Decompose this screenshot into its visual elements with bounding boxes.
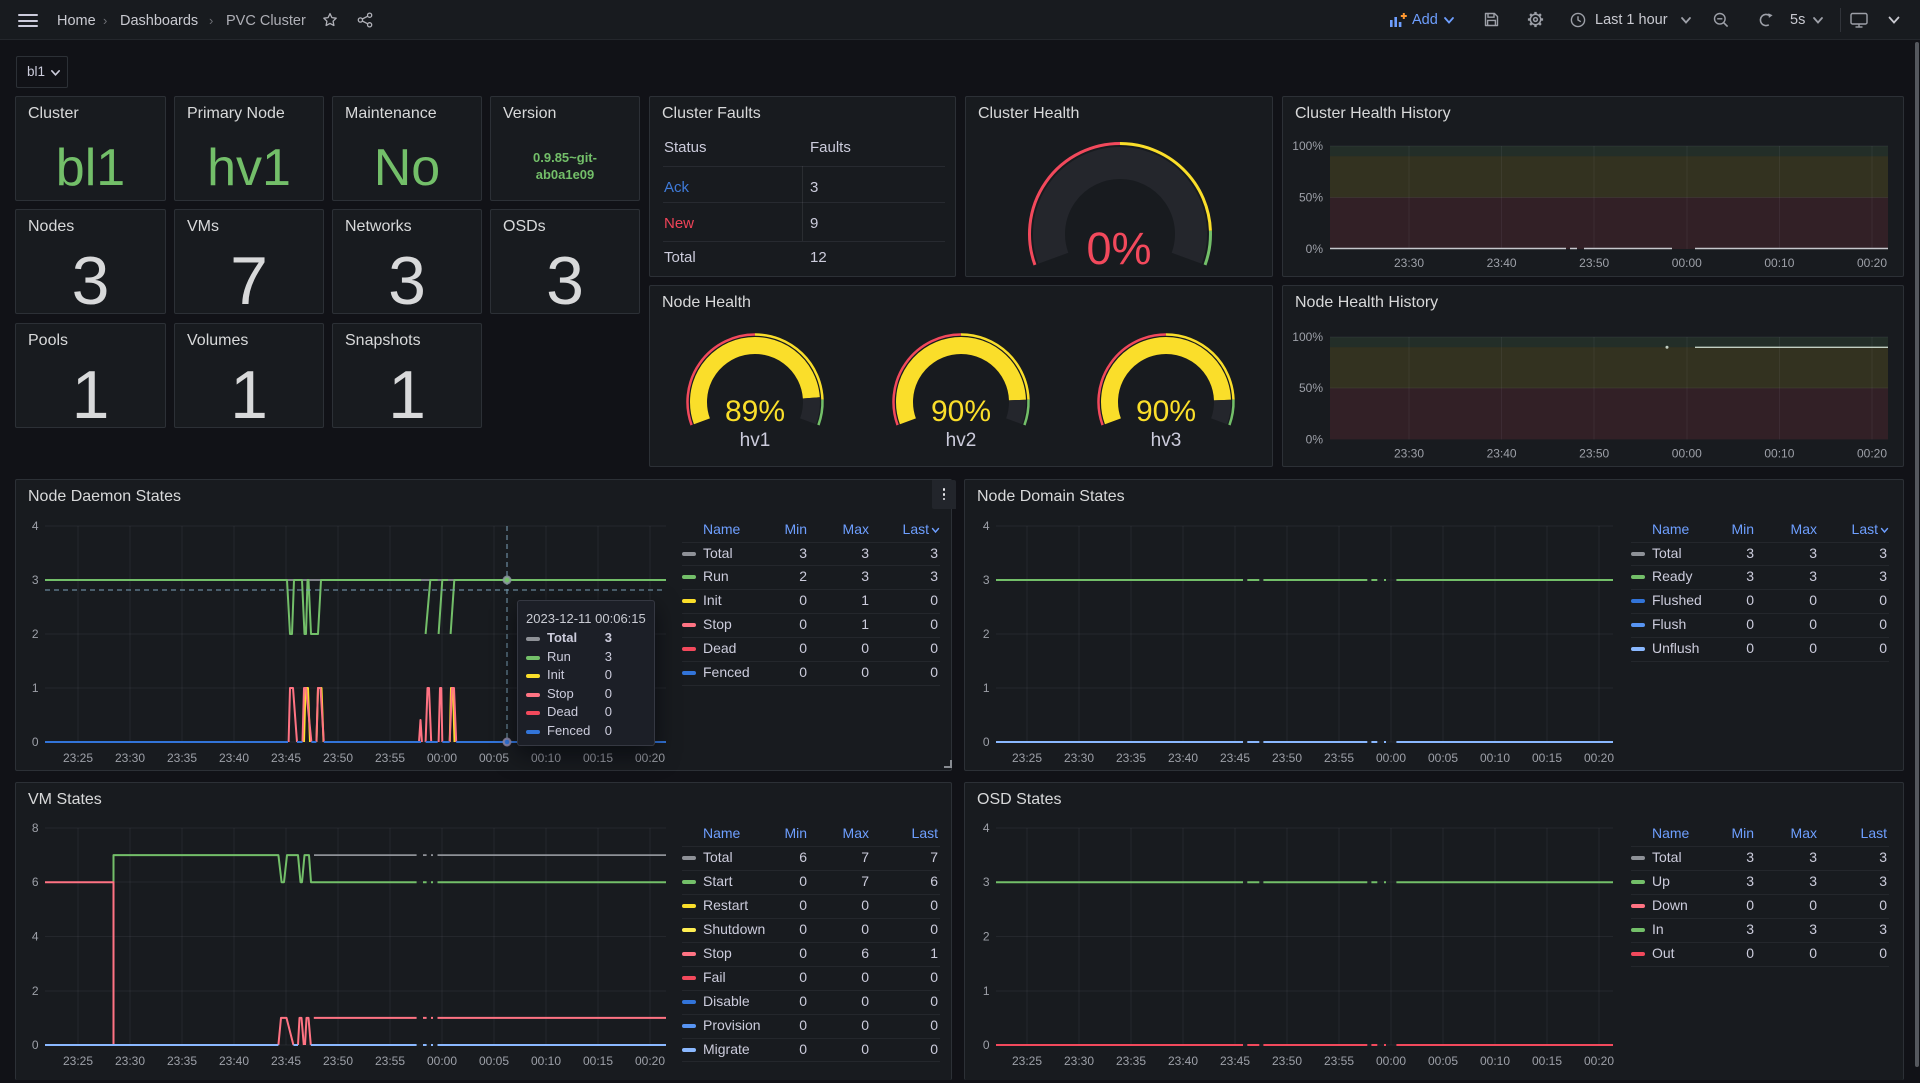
svg-text:23:45: 23:45 [1220,1054,1250,1068]
svg-text:00:20: 00:20 [1857,447,1887,461]
svg-text:23:50: 23:50 [323,751,353,765]
svg-text:23:40: 23:40 [1168,1054,1198,1068]
svg-text:00:10: 00:10 [1480,1054,1510,1068]
svg-text:0: 0 [983,1038,990,1052]
svg-text:3: 3 [983,875,990,889]
svg-text:23:25: 23:25 [1012,751,1042,765]
svg-text:23:25: 23:25 [63,751,93,765]
svg-text:23:40: 23:40 [1487,256,1517,270]
svg-text:00:20: 00:20 [1857,256,1887,270]
svg-text:0: 0 [32,735,39,749]
svg-text:23:45: 23:45 [271,1054,301,1068]
svg-text:00:10: 00:10 [1480,751,1510,765]
svg-text:00:15: 00:15 [583,751,613,765]
svg-text:00:20: 00:20 [635,751,665,765]
svg-text:23:50: 23:50 [1579,447,1609,461]
svg-text:00:00: 00:00 [1376,1054,1406,1068]
svg-text:23:55: 23:55 [1324,1054,1354,1068]
svg-text:100%: 100% [1292,139,1323,153]
svg-text:23:45: 23:45 [271,751,301,765]
svg-text:50%: 50% [1299,191,1323,205]
svg-text:00:00: 00:00 [427,1054,457,1068]
svg-text:23:30: 23:30 [1394,256,1424,270]
svg-text:0: 0 [983,735,990,749]
svg-text:6: 6 [32,875,39,889]
svg-text:00:00: 00:00 [1376,751,1406,765]
svg-text:23:50: 23:50 [1579,256,1609,270]
svg-text:23:40: 23:40 [219,1054,249,1068]
svg-text:2: 2 [983,930,990,944]
svg-text:1: 1 [983,681,990,695]
svg-text:00:10: 00:10 [531,751,561,765]
svg-text:23:50: 23:50 [1272,1054,1302,1068]
svg-text:23:30: 23:30 [115,751,145,765]
svg-text:23:45: 23:45 [1220,751,1250,765]
svg-text:1: 1 [32,681,39,695]
svg-text:00:00: 00:00 [427,751,457,765]
svg-text:8: 8 [32,821,39,835]
svg-text:2: 2 [983,627,990,641]
svg-text:00:05: 00:05 [1428,751,1458,765]
svg-text:23:50: 23:50 [1272,751,1302,765]
svg-text:100%: 100% [1292,330,1323,344]
svg-text:00:05: 00:05 [1428,1054,1458,1068]
svg-text:1: 1 [983,984,990,998]
svg-text:00:15: 00:15 [583,1054,613,1068]
svg-text:00:20: 00:20 [635,1054,665,1068]
svg-text:4: 4 [983,519,990,533]
svg-text:23:30: 23:30 [1064,751,1094,765]
svg-text:00:10: 00:10 [1764,256,1794,270]
svg-text:2: 2 [32,627,39,641]
svg-text:00:10: 00:10 [1764,447,1794,461]
svg-text:23:50: 23:50 [323,1054,353,1068]
svg-text:00:05: 00:05 [479,1054,509,1068]
svg-text:23:30: 23:30 [115,1054,145,1068]
svg-text:23:35: 23:35 [167,1054,197,1068]
svg-text:23:55: 23:55 [375,751,405,765]
svg-text:23:35: 23:35 [167,751,197,765]
svg-text:23:30: 23:30 [1064,1054,1094,1068]
svg-text:4: 4 [983,821,990,835]
svg-text:00:10: 00:10 [531,1054,561,1068]
svg-text:4: 4 [32,930,39,944]
svg-text:00:15: 00:15 [1532,751,1562,765]
svg-text:2: 2 [32,984,39,998]
svg-text:23:40: 23:40 [1487,447,1517,461]
svg-text:00:20: 00:20 [1584,1054,1614,1068]
svg-text:00:05: 00:05 [479,751,509,765]
svg-text:23:35: 23:35 [1116,751,1146,765]
svg-text:23:30: 23:30 [1394,447,1424,461]
svg-text:23:55: 23:55 [375,1054,405,1068]
svg-text:23:35: 23:35 [1116,1054,1146,1068]
svg-text:23:25: 23:25 [1012,1054,1042,1068]
svg-text:00:00: 00:00 [1672,447,1702,461]
svg-text:0%: 0% [1306,242,1324,256]
svg-text:0%: 0% [1306,433,1324,447]
svg-text:50%: 50% [1299,381,1323,395]
svg-text:00:00: 00:00 [1672,256,1702,270]
svg-text:23:55: 23:55 [1324,751,1354,765]
svg-text:3: 3 [32,573,39,587]
svg-text:4: 4 [32,519,39,533]
svg-text:23:40: 23:40 [1168,751,1198,765]
svg-text:00:20: 00:20 [1584,751,1614,765]
svg-text:00:15: 00:15 [1532,1054,1562,1068]
svg-text:3: 3 [983,573,990,587]
svg-text:23:25: 23:25 [63,1054,93,1068]
svg-text:23:40: 23:40 [219,751,249,765]
svg-text:0: 0 [32,1038,39,1052]
